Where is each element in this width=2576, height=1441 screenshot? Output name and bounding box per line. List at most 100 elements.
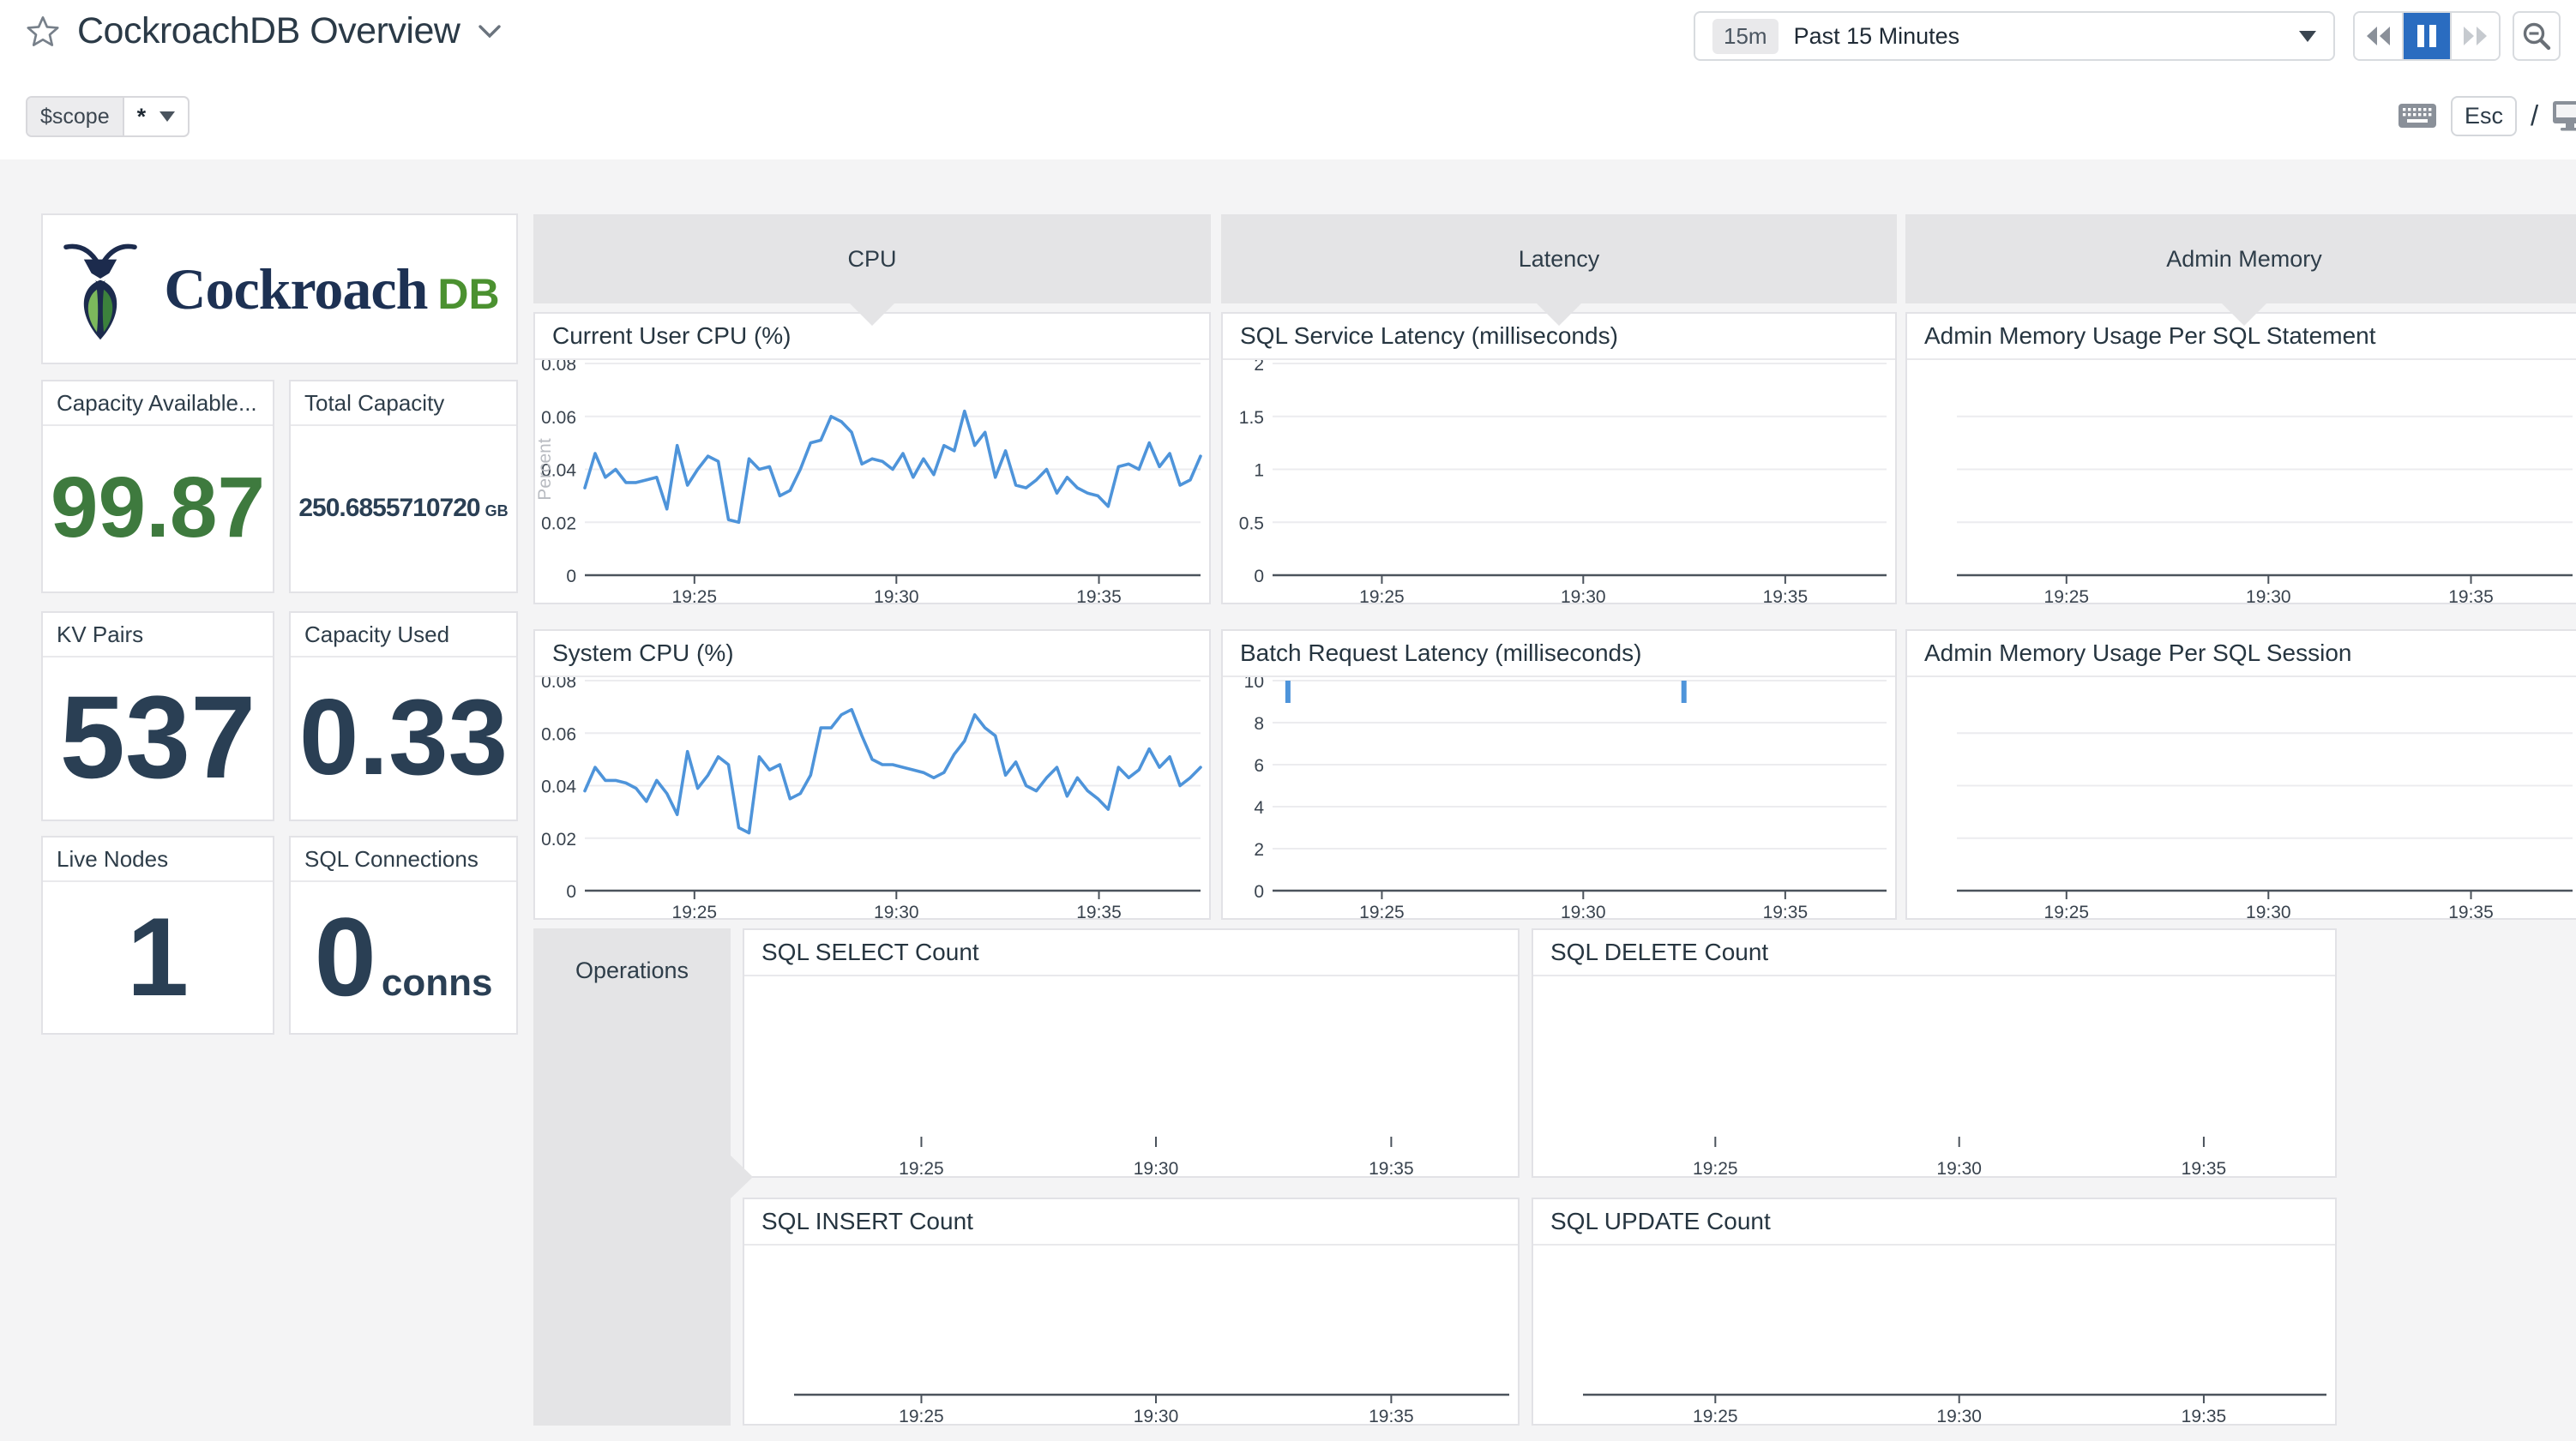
cockroachdb-logo-card[interactable]: CockroachDB xyxy=(41,213,518,364)
fast-forward-icon xyxy=(2461,23,2490,49)
chart-plot[interactable]: 00.511.5219:2519:3019:35 xyxy=(1223,360,1895,604)
x-tick-label: 19:35 xyxy=(1369,1159,1414,1178)
template-variable-scope[interactable]: $scope * xyxy=(26,96,190,137)
chart-card-admin-memory-usage-per-sql-statement[interactable]: Admin Memory Usage Per SQL Statement19:2… xyxy=(1905,312,2576,604)
esc-key-button[interactable]: Esc xyxy=(2451,96,2517,136)
stat-value: 1 xyxy=(127,892,189,1021)
chart-card-batch-request-latency-milliseconds[interactable]: Batch Request Latency (milliseconds)0246… xyxy=(1221,629,1897,920)
zoom-out-button[interactable] xyxy=(2513,11,2561,61)
scope-var-name: $scope xyxy=(27,98,124,135)
stat-card-value-row: 0conns xyxy=(315,892,493,1021)
chart-plot[interactable]: 19:2519:3019:35 xyxy=(1907,677,2576,920)
chart-card-current-user-cpu[interactable]: Current User CPU (%)00.020.040.060.0819:… xyxy=(533,312,1211,604)
stat-card-kv-pairs[interactable]: KV Pairs 537 xyxy=(41,611,274,821)
stat-card-value-area: 537 xyxy=(43,656,273,820)
stat-card-total-capacity[interactable]: Total Capacity250.6855710720GB xyxy=(289,380,518,593)
y-tick-label: 2 xyxy=(1254,840,1264,860)
chart-title: Admin Memory Usage Per SQL Session xyxy=(1907,631,2576,677)
stat-card-value-area: 0conns xyxy=(291,880,516,1033)
scope-var-value: * xyxy=(137,104,147,130)
chart-plot[interactable]: 19:2519:3019:35 xyxy=(744,1246,1518,1426)
y-tick-label: 0 xyxy=(566,567,576,586)
group-header-operations[interactable]: Operations xyxy=(533,928,731,1426)
group-header-cpu[interactable]: CPU xyxy=(533,214,1211,303)
chart-title: SQL INSERT Count xyxy=(744,1199,1518,1246)
stat-card-value-row: 99.87 xyxy=(51,459,265,557)
x-tick-label: 19:25 xyxy=(1359,903,1405,920)
series-line xyxy=(585,710,1201,833)
chart-plot[interactable]: 00.020.040.060.0819:2519:3019:35Percent xyxy=(535,360,1209,604)
chart-plot[interactable]: 19:2519:3019:35 xyxy=(1533,1246,2335,1426)
x-tick-label: 19:25 xyxy=(2044,903,2090,920)
x-tick-label: 19:30 xyxy=(874,903,919,920)
stat-card-value-row: 537 xyxy=(60,670,256,805)
stat-value-unit: GB xyxy=(485,502,509,520)
group-header-admin-memory[interactable]: Admin Memory xyxy=(1905,214,2576,303)
chart-plot[interactable]: 024681019:2519:3019:35 xyxy=(1223,677,1895,920)
tv-mode-icon[interactable] xyxy=(2552,99,2576,132)
stat-card-value-area: 250.6855710720GB xyxy=(291,424,516,591)
y-tick-label: 2 xyxy=(1254,360,1264,375)
y-tick-label: 1.5 xyxy=(1239,408,1264,428)
time-range-picker[interactable]: 15m Past 15 Minutes xyxy=(1694,11,2335,61)
stat-value-unit: conns xyxy=(382,962,493,1005)
time-range-label: Past 15 Minutes xyxy=(1794,23,2284,50)
slash-separator: / xyxy=(2531,99,2538,132)
x-tick-label: 19:35 xyxy=(2448,587,2494,604)
stat-card-live-nodes[interactable]: Live Nodes1 xyxy=(41,836,274,1035)
scope-caret-icon xyxy=(159,111,175,122)
x-tick-label: 19:25 xyxy=(1693,1407,1738,1426)
stat-card-capacity-used[interactable]: Capacity Used0.33 xyxy=(289,611,518,821)
cockroachdb-wordmark: CockroachDB xyxy=(164,255,499,323)
x-tick-label: 19:35 xyxy=(1369,1407,1414,1426)
chevron-down-icon[interactable] xyxy=(477,23,503,40)
chart-plot[interactable]: 00.020.040.060.0819:2519:3019:35 xyxy=(535,677,1209,920)
magnifier-minus-icon xyxy=(2521,21,2552,51)
stat-card-title: KV Pairs xyxy=(43,613,273,657)
stat-card-sql-connections[interactable]: SQL Connections 0conns xyxy=(289,836,518,1035)
chart-plot[interactable]: 19:2519:3019:35 xyxy=(1907,360,2576,604)
stat-card-value-area: 99.87 xyxy=(43,424,273,591)
chart-card-admin-memory-usage-per-sql-session[interactable]: Admin Memory Usage Per SQL Session 19:25 1… xyxy=(1905,629,2576,920)
chart-plot[interactable]: 19:2519:3019:35 xyxy=(1533,976,2335,1178)
chart-plot[interactable]: 19:2519:3019:35 xyxy=(744,976,1518,1178)
y-tick-label: 0.02 xyxy=(541,830,576,850)
page-title: CockroachDB Overview xyxy=(77,10,460,52)
stat-value: 99.87 xyxy=(51,459,265,557)
x-tick-label: 19:30 xyxy=(2246,903,2291,920)
stat-value: 0 xyxy=(315,892,376,1021)
keyboard-icon[interactable] xyxy=(2398,103,2437,129)
group-caret-right-icon xyxy=(731,1156,753,1198)
pause-icon xyxy=(2416,23,2438,49)
chart-card-sql-update-count[interactable]: SQL UPDATE Count19:2519:3019:35 xyxy=(1532,1198,2337,1426)
logo-db: DB xyxy=(437,270,499,318)
chart-title: Batch Request Latency (milliseconds) xyxy=(1223,631,1895,677)
time-backward-button[interactable] xyxy=(2355,13,2402,59)
group-header-latency[interactable]: Latency xyxy=(1221,214,1897,303)
x-tick-label: 19:35 xyxy=(2182,1407,2227,1426)
dashboard-canvas: CockroachDB Overview 15m Past 15 Minutes xyxy=(0,0,2576,1441)
time-forward-button[interactable] xyxy=(2450,13,2499,59)
group-caret-down-icon xyxy=(2222,303,2266,326)
chart-card-sql-select-count[interactable]: SQL SELECT Count19:2519:3019:35 xyxy=(743,928,1520,1178)
logo-word: Cockroach xyxy=(164,256,427,321)
group-header-label: Operations xyxy=(533,958,731,984)
group-header-label: Latency xyxy=(1519,246,1600,273)
chart-card-sql-insert-count[interactable]: SQL INSERT Count19:2519:3019:35 xyxy=(743,1198,1520,1426)
rewind-icon xyxy=(2363,23,2392,49)
chart-card-system-cpu[interactable]: System CPU (%)00.020.040.060.0819:2519:3… xyxy=(533,629,1211,920)
chart-card-sql-service-latency-milliseconds[interactable]: SQL Service Latency (milliseconds)00.511… xyxy=(1221,312,1897,604)
star-icon[interactable] xyxy=(26,15,60,49)
y-tick-label: 1 xyxy=(1254,461,1264,481)
x-tick-label: 19:25 xyxy=(1693,1159,1738,1178)
chart-card-sql-delete-count[interactable]: SQL DELETE Count19:2519:3019:35 xyxy=(1532,928,2337,1178)
stat-card-capacity-available[interactable]: Capacity Available...99.87 xyxy=(41,380,274,593)
y-tick-label: 4 xyxy=(1254,798,1264,818)
stat-card-value-row: 1 xyxy=(127,892,189,1021)
stat-value: 537 xyxy=(60,670,256,805)
time-pause-button[interactable] xyxy=(2402,13,2451,59)
y-tick-label: 0.08 xyxy=(541,360,576,375)
chart-title: SQL DELETE Count xyxy=(1533,930,2335,976)
x-tick-label: 19:30 xyxy=(2246,587,2291,604)
stat-card-title: SQL Connections xyxy=(291,838,516,882)
